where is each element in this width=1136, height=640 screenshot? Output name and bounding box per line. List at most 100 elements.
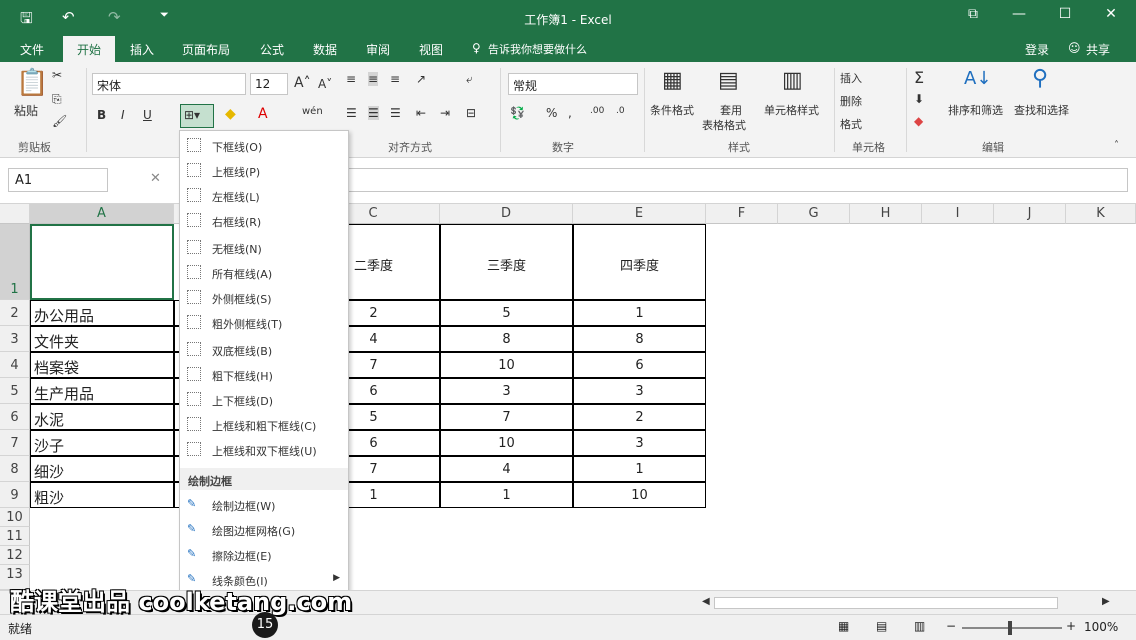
conditional-format-button[interactable]: 条件格式 <box>650 102 694 118</box>
clear-icon[interactable]: ◆ <box>914 114 923 128</box>
row-header[interactable]: 10 <box>0 508 30 527</box>
tell-me-search[interactable]: 告诉我你想要做什么 <box>488 41 587 57</box>
page-break-view-icon[interactable]: ▥ <box>914 619 925 633</box>
format-cells-button[interactable]: 格式 <box>840 116 862 132</box>
increase-decimal-icon[interactable]: .00 <box>590 106 604 116</box>
tab-page-layout[interactable]: 页面布局 <box>182 41 230 58</box>
cell-a1-selected[interactable] <box>30 224 174 300</box>
cancel-formula-icon[interactable]: ✕ <box>150 171 161 186</box>
ribbon-display-icon[interactable]: ⧉ <box>958 6 988 22</box>
increase-indent-icon[interactable]: ⇥ <box>440 106 450 120</box>
find-select-button[interactable]: 查找和选择 <box>1014 102 1069 118</box>
formula-input[interactable] <box>344 168 1128 192</box>
table-cell[interactable]: 3 <box>440 378 573 404</box>
login-link[interactable]: 登录 <box>1025 41 1049 58</box>
header-cell-q3[interactable]: 三季度 <box>440 224 573 300</box>
column-header[interactable]: H <box>850 204 922 224</box>
table-cell[interactable]: 10 <box>440 430 573 456</box>
tab-data[interactable]: 数据 <box>313 41 337 58</box>
table-cell[interactable]: 档案袋 <box>30 352 174 378</box>
zoom-slider-thumb[interactable] <box>1008 621 1012 635</box>
autosum-icon[interactable]: Σ <box>914 68 924 87</box>
merge-center-icon[interactable]: ⊟ <box>466 106 476 120</box>
border-menu-item[interactable]: 上框线和双下框线(U) <box>180 437 348 462</box>
italic-button[interactable]: I <box>121 108 125 122</box>
column-header[interactable]: J <box>994 204 1066 224</box>
format-painter-icon[interactable]: 🖌 <box>52 114 67 128</box>
orientation-icon[interactable]: ↗ <box>416 72 426 86</box>
zoom-in-icon[interactable]: + <box>1066 619 1076 633</box>
fill-color-icon[interactable]: ◆ <box>225 106 236 122</box>
border-menu-item[interactable]: 上框线(P) <box>180 158 348 183</box>
number-format-select[interactable]: 常规 <box>508 73 638 95</box>
column-header[interactable]: G <box>778 204 850 224</box>
column-header[interactable]: A <box>30 204 174 224</box>
share-button[interactable]: 共享 <box>1086 41 1110 58</box>
table-cell[interactable]: 3 <box>573 378 706 404</box>
normal-view-icon[interactable]: ▦ <box>838 619 849 633</box>
table-cell[interactable]: 办公用品 <box>30 300 174 326</box>
table-cell[interactable]: 1 <box>440 482 573 508</box>
table-cell[interactable]: 粗沙 <box>30 482 174 508</box>
tab-formulas[interactable]: 公式 <box>260 41 284 58</box>
align-top-icon[interactable]: ≡ <box>346 72 356 86</box>
zoom-level[interactable]: 100% <box>1084 620 1118 634</box>
table-cell[interactable]: 8 <box>440 326 573 352</box>
border-dropdown-button[interactable]: ⊞▾ <box>180 104 214 128</box>
draw-menu-item[interactable]: ✎ 绘图边框网格(G) <box>180 517 348 542</box>
tab-file[interactable]: 文件 <box>20 41 44 58</box>
decrease-decimal-icon[interactable]: .0 <box>616 106 625 116</box>
align-right-icon[interactable]: ☰ <box>390 106 401 120</box>
header-cell-q4[interactable]: 四季度 <box>573 224 706 300</box>
table-cell[interactable]: 水泥 <box>30 404 174 430</box>
cell-style-button[interactable]: 单元格样式 <box>764 102 819 118</box>
border-menu-item[interactable]: 左框线(L) <box>180 183 348 208</box>
draw-menu-item[interactable]: ✎ 绘制边框(W) <box>180 492 348 517</box>
find-select-icon[interactable]: ⚲ <box>1032 66 1048 91</box>
zoom-slider[interactable] <box>962 627 1062 629</box>
maximize-button[interactable]: ☐ <box>1050 6 1080 22</box>
table-cell[interactable]: 细沙 <box>30 456 174 482</box>
delete-cells-button[interactable]: 删除 <box>840 93 862 109</box>
copy-icon[interactable]: ⎘ <box>52 92 62 107</box>
conditional-format-icon[interactable]: ▦ <box>662 68 683 93</box>
column-header[interactable]: E <box>573 204 706 224</box>
table-cell[interactable]: 1 <box>573 300 706 326</box>
worksheet-grid[interactable]: A B C D E F G H I J K 1 2 3 4 5 6 7 8 9 … <box>0 204 1136 590</box>
align-bottom-icon[interactable]: ≡ <box>390 72 400 86</box>
table-cell[interactable]: 2 <box>573 404 706 430</box>
table-cell[interactable]: 6 <box>573 352 706 378</box>
border-menu-item[interactable]: 上框线和粗下框线(C) <box>180 412 348 437</box>
align-middle-icon[interactable]: ≡ <box>368 72 379 86</box>
table-cell[interactable]: 8 <box>573 326 706 352</box>
row-header[interactable]: 2 <box>0 300 30 326</box>
table-cell[interactable]: 4 <box>440 456 573 482</box>
tab-review[interactable]: 审阅 <box>366 41 390 58</box>
horizontal-scrollbar[interactable] <box>714 597 1058 609</box>
percent-icon[interactable]: % <box>546 106 557 120</box>
fill-icon[interactable]: ⬇ <box>914 92 924 106</box>
table-cell[interactable]: 文件夹 <box>30 326 174 352</box>
insert-cells-button[interactable]: 插入 <box>840 70 862 86</box>
tab-view[interactable]: 视图 <box>419 41 443 58</box>
border-menu-item[interactable]: 无框线(N) <box>180 235 348 260</box>
scroll-left-icon[interactable]: ◀ <box>702 596 710 607</box>
row-header[interactable]: 11 <box>0 527 30 546</box>
underline-button[interactable]: U <box>143 108 152 122</box>
table-cell[interactable]: 沙子 <box>30 430 174 456</box>
font-name-select[interactable]: 宋体 <box>92 73 246 95</box>
scroll-right-icon[interactable]: ▶ <box>1102 596 1110 607</box>
paste-icon[interactable]: 📋 <box>16 68 48 98</box>
border-menu-item[interactable]: 所有框线(A) <box>180 260 348 285</box>
select-all-corner[interactable] <box>0 204 30 224</box>
column-header[interactable]: I <box>922 204 994 224</box>
table-format-icon[interactable]: ▤ <box>718 68 739 93</box>
border-menu-item[interactable]: 外侧框线(S) <box>180 285 348 310</box>
tab-home[interactable]: 开始 <box>63 36 116 62</box>
table-cell[interactable]: 生产用品 <box>30 378 174 404</box>
name-box[interactable]: A1 <box>8 168 108 192</box>
align-left-icon[interactable]: ☰ <box>346 106 357 120</box>
column-header[interactable]: K <box>1066 204 1136 224</box>
currency-icon[interactable]: 💱 <box>510 106 525 120</box>
column-header[interactable]: D <box>440 204 573 224</box>
